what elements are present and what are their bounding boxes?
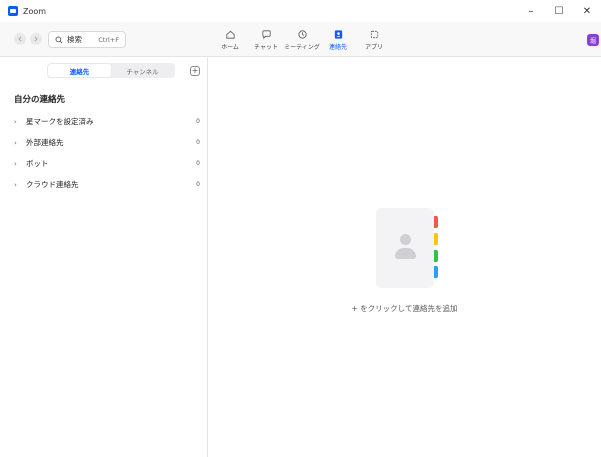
group-count: 0	[196, 181, 200, 188]
group-label: 外部連絡先	[26, 138, 64, 147]
top-toolbar: 検索 Ctrl+F ホーム チャット ミーティング 連絡先 アプリ 堀	[0, 22, 601, 57]
group-cloud[interactable]: › クラウド連絡先 0	[0, 174, 208, 195]
group-label: クラウド連絡先	[26, 180, 79, 189]
home-icon	[225, 30, 235, 39]
apps-icon	[370, 30, 378, 39]
contact-groups: › 星マークを設定済み 0 › 外部連絡先 0 › ボット 0 › クラウド連絡…	[0, 111, 208, 195]
minimize-button[interactable]: –	[517, 0, 545, 22]
user-avatar[interactable]: 堀	[587, 34, 599, 46]
window-controls: – ☐ ✕	[517, 0, 601, 22]
segment-channels[interactable]: チャンネル	[111, 64, 174, 77]
close-button[interactable]: ✕	[573, 0, 601, 22]
group-count: 0	[196, 118, 200, 125]
group-bots[interactable]: › ボット 0	[0, 153, 208, 174]
main-tabs: ホーム チャット ミーティング 連絡先 アプリ	[212, 25, 392, 55]
chevron-right-icon	[34, 36, 38, 42]
search-box[interactable]: 検索 Ctrl+F	[48, 31, 126, 48]
contacts-icon	[334, 30, 342, 39]
history-nav	[14, 33, 42, 45]
zoom-logo-icon	[8, 6, 18, 16]
address-book-icon	[376, 208, 438, 288]
search-label: 検索	[67, 35, 82, 44]
contacts-segment-control: 連絡先 チャンネル	[47, 63, 175, 78]
window-title: Zoom	[23, 6, 47, 16]
empty-state-message: + をクリックして連絡先を追加	[351, 304, 458, 313]
book-tab-green	[434, 250, 438, 262]
chevron-right-icon: ›	[14, 159, 17, 168]
group-label: ボット	[26, 159, 49, 168]
forward-button[interactable]	[30, 33, 42, 45]
tab-label: チャット	[254, 44, 278, 51]
tab-chat[interactable]: チャット	[248, 25, 284, 55]
chevron-right-icon: ›	[14, 180, 17, 189]
group-count: 0	[196, 139, 200, 146]
tab-label: アプリ	[364, 44, 383, 51]
tab-label: ホーム	[221, 44, 239, 51]
segment-contacts[interactable]: 連絡先	[48, 64, 111, 77]
chevron-left-icon	[18, 36, 22, 42]
clock-icon	[297, 30, 307, 39]
group-label: 星マークを設定済み	[26, 117, 94, 126]
contact-detail-pane: + をクリックして連絡先を追加	[208, 57, 601, 457]
add-contact-button[interactable]: +	[190, 66, 200, 76]
book-tab-red	[434, 216, 438, 228]
chevron-right-icon: ›	[14, 138, 17, 147]
address-book-cover	[376, 208, 434, 288]
title-bar: Zoom – ☐ ✕	[0, 0, 601, 22]
tab-meetings[interactable]: ミーティング	[284, 25, 320, 55]
contacts-sidebar: 連絡先 チャンネル + 自分の連絡先 › 星マークを設定済み 0 › 外部連絡先…	[0, 57, 208, 457]
group-count: 0	[196, 160, 200, 167]
chat-icon	[261, 30, 271, 40]
section-title: 自分の連絡先	[14, 95, 66, 105]
back-button[interactable]	[14, 33, 26, 45]
chevron-right-icon: ›	[14, 117, 17, 126]
group-starred[interactable]: › 星マークを設定済み 0	[0, 111, 208, 132]
person-head-icon	[400, 234, 411, 245]
search-shortcut: Ctrl+F	[98, 35, 119, 44]
maximize-button[interactable]: ☐	[545, 0, 573, 22]
search-icon	[55, 36, 63, 44]
person-body-icon	[395, 248, 416, 259]
tab-label: ミーティング	[284, 44, 320, 51]
tab-home[interactable]: ホーム	[212, 25, 248, 55]
tab-apps[interactable]: アプリ	[356, 25, 392, 55]
tab-label: 連絡先	[328, 44, 347, 51]
book-tab-yellow	[434, 233, 438, 245]
book-tab-blue	[434, 266, 438, 278]
group-external[interactable]: › 外部連絡先 0	[0, 132, 208, 153]
tab-contacts[interactable]: 連絡先	[320, 25, 356, 55]
